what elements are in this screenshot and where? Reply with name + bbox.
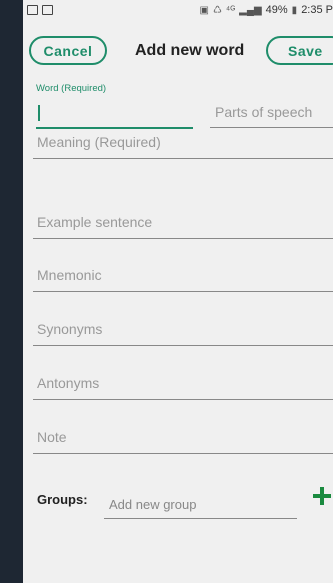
synonyms-field[interactable]: Synonyms: [33, 315, 333, 346]
status-bar: ▣ ♺ ⁴ᴳ ▂▄▆ 49% ▮ 2:35 P: [23, 0, 333, 24]
status-left-icons: [27, 5, 53, 15]
image-icon: [27, 5, 38, 15]
groups-label: Groups:: [37, 492, 88, 507]
word-field-label: Word (Required): [36, 83, 107, 94]
example-sentence-field[interactable]: Example sentence: [33, 208, 333, 239]
app-screen: ▣ ♺ ⁴ᴳ ▂▄▆ 49% ▮ 2:35 P Cancel Add new w…: [23, 0, 333, 583]
status-right: ▣ ♺ ⁴ᴳ ▂▄▆ 49% ▮ 2:35 P: [199, 4, 333, 16]
cancel-button[interactable]: Cancel: [29, 36, 107, 65]
save-button[interactable]: Save: [266, 36, 333, 65]
word-input[interactable]: [36, 97, 193, 129]
page-title: Add new word: [135, 42, 245, 59]
sim-icon: ▣: [199, 4, 209, 16]
synonyms-placeholder: Synonyms: [37, 321, 103, 337]
text-cursor: [38, 105, 40, 121]
header: Cancel Add new word Save: [23, 35, 333, 69]
sync-icon: ♺: [212, 4, 222, 16]
add-group-input[interactable]: Add new group: [104, 488, 297, 519]
mnemonic-field[interactable]: Mnemonic: [33, 261, 333, 292]
signal-icon: ▂▄▆: [239, 4, 262, 16]
plus-icon[interactable]: [311, 485, 333, 507]
parts-of-speech-field[interactable]: Parts of speech: [210, 97, 333, 128]
meaning-field[interactable]: Meaning (Required): [33, 128, 333, 159]
example-sentence-placeholder: Example sentence: [37, 214, 153, 230]
battery-icon: ▮: [291, 4, 298, 16]
antonyms-field[interactable]: Antonyms: [33, 369, 333, 400]
note-placeholder: Note: [37, 429, 67, 445]
parts-of-speech-placeholder: Parts of speech: [215, 104, 313, 120]
network-type: ⁴ᴳ: [225, 4, 236, 16]
meaning-placeholder: Meaning (Required): [37, 134, 161, 150]
add-group-placeholder: Add new group: [109, 497, 197, 512]
battery-percent: 49%: [265, 4, 288, 16]
clock: 2:35 P: [301, 4, 333, 16]
note-field[interactable]: Note: [33, 423, 333, 454]
activity-icon: [42, 5, 53, 15]
mnemonic-placeholder: Mnemonic: [37, 267, 102, 283]
antonyms-placeholder: Antonyms: [37, 375, 100, 391]
